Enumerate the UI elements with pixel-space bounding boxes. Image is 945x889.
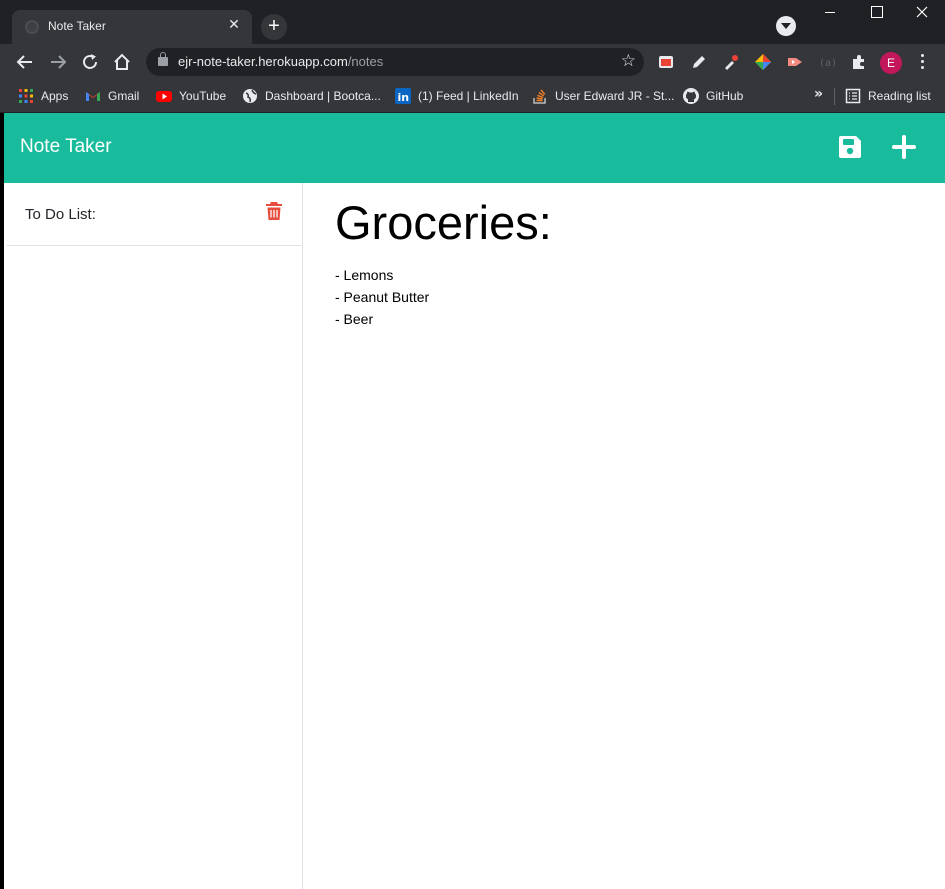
extension-pencil-icon[interactable] xyxy=(690,53,708,71)
note-taker-app: Note Taker To Do List: Groceries: - Lemo… xyxy=(4,113,945,889)
list-item[interactable]: To Do List: xyxy=(7,183,301,246)
window-close-button[interactable] xyxy=(899,0,945,26)
bookmark-apps[interactable]: Apps xyxy=(18,86,68,106)
tab-search-icon[interactable] xyxy=(776,16,796,36)
tab-title: Note Taker xyxy=(48,19,106,33)
lock-icon[interactable] xyxy=(158,52,168,66)
tab-close-icon[interactable]: ✕ xyxy=(226,17,242,33)
svg-text:in: in xyxy=(398,91,410,104)
bookmark-label: Dashboard | Bootca... xyxy=(265,89,381,103)
reading-list-button[interactable]: Reading list xyxy=(845,86,931,106)
home-icon[interactable] xyxy=(111,51,133,73)
note-title-input[interactable]: Groceries: xyxy=(335,195,552,250)
url-path: /notes xyxy=(347,54,384,69)
note-line: - Lemons xyxy=(335,267,394,283)
globe-icon xyxy=(243,89,257,103)
stackoverflow-icon xyxy=(533,89,546,104)
extension-color-wheel-icon[interactable] xyxy=(754,53,772,71)
browser-tab[interactable]: Note Taker ✕ xyxy=(12,10,252,44)
extension-arrow-icon[interactable] xyxy=(786,53,804,71)
save-note-icon[interactable] xyxy=(836,133,864,161)
extensions-puzzle-icon[interactable] xyxy=(850,53,868,71)
bookmark-gmail[interactable]: Gmail xyxy=(85,86,139,106)
app-brand[interactable]: Note Taker xyxy=(20,136,112,158)
window-minimize-button[interactable] xyxy=(806,0,852,26)
reload-icon[interactable] xyxy=(79,51,101,73)
bookmark-youtube[interactable]: YouTube xyxy=(156,86,226,106)
address-bar[interactable]: ejr-note-taker.herokuapp.com/notes ☆ xyxy=(146,48,644,76)
tab-favicon-icon xyxy=(25,20,39,34)
note-line: - Peanut Butter xyxy=(335,289,430,305)
extension-screenshot-icon[interactable] xyxy=(657,53,675,71)
profile-avatar[interactable]: E xyxy=(880,52,902,74)
note-line: - Beer xyxy=(335,311,374,327)
bookmark-star-icon[interactable]: ☆ xyxy=(621,51,636,71)
linkedin-icon: in xyxy=(395,88,411,104)
reading-list-icon xyxy=(845,88,861,104)
youtube-icon xyxy=(156,91,172,102)
url-text[interactable]: ejr-note-taker.herokuapp.com/notes xyxy=(178,54,383,69)
reading-list-label: Reading list xyxy=(868,89,931,103)
gmail-icon xyxy=(86,92,100,101)
new-tab-button[interactable]: + xyxy=(261,14,287,40)
extension-eyedropper-icon[interactable] xyxy=(722,53,740,71)
new-note-icon[interactable] xyxy=(891,134,917,160)
bookmark-label: (1) Feed | LinkedIn xyxy=(418,89,519,103)
bookmark-label: YouTube xyxy=(179,89,227,103)
note-list-title: To Do List: xyxy=(25,206,96,223)
bookmark-stackoverflow[interactable]: User Edward JR - St... xyxy=(532,86,674,106)
bookmarks-divider xyxy=(834,88,835,105)
trash-icon[interactable] xyxy=(265,201,283,221)
bookmark-label: User Edward JR - St... xyxy=(555,89,675,103)
svg-text:(a): (a) xyxy=(819,58,836,69)
bookmarks-bar: Apps Gmail YouTube Dashboard | Bootca...… xyxy=(0,80,945,113)
window-maximize-button[interactable] xyxy=(853,0,899,26)
bookmark-label: GitHub xyxy=(706,89,744,103)
github-icon xyxy=(683,88,699,104)
app-navbar: Note Taker xyxy=(4,113,945,183)
notes-sidebar: To Do List: xyxy=(4,183,303,889)
bookmark-linkedin[interactable]: in (1) Feed | LinkedIn xyxy=(395,86,519,106)
apps-grid-icon xyxy=(19,89,33,103)
bookmark-dashboard[interactable]: Dashboard | Bootca... xyxy=(242,86,381,106)
note-textarea[interactable]: - Lemons - Peanut Butter - Beer xyxy=(335,264,429,330)
bookmark-label: Apps xyxy=(41,89,69,103)
url-host: ejr-note-taker.herokuapp.com xyxy=(178,54,348,69)
browser-menu-icon[interactable] xyxy=(921,54,925,70)
bookmark-github[interactable]: GitHub xyxy=(683,86,743,106)
bookmark-label: Gmail xyxy=(108,89,140,103)
extension-bracket-icon[interactable]: (a) xyxy=(818,53,836,71)
forward-arrow-icon[interactable] xyxy=(47,51,69,73)
browser-toolbar: ejr-note-taker.herokuapp.com/notes ☆ (a)… xyxy=(0,44,945,80)
bookmarks-overflow-icon[interactable]: » xyxy=(814,86,823,102)
browser-titlebar: Note Taker ✕ + xyxy=(0,0,945,44)
back-arrow-icon[interactable] xyxy=(14,51,36,73)
